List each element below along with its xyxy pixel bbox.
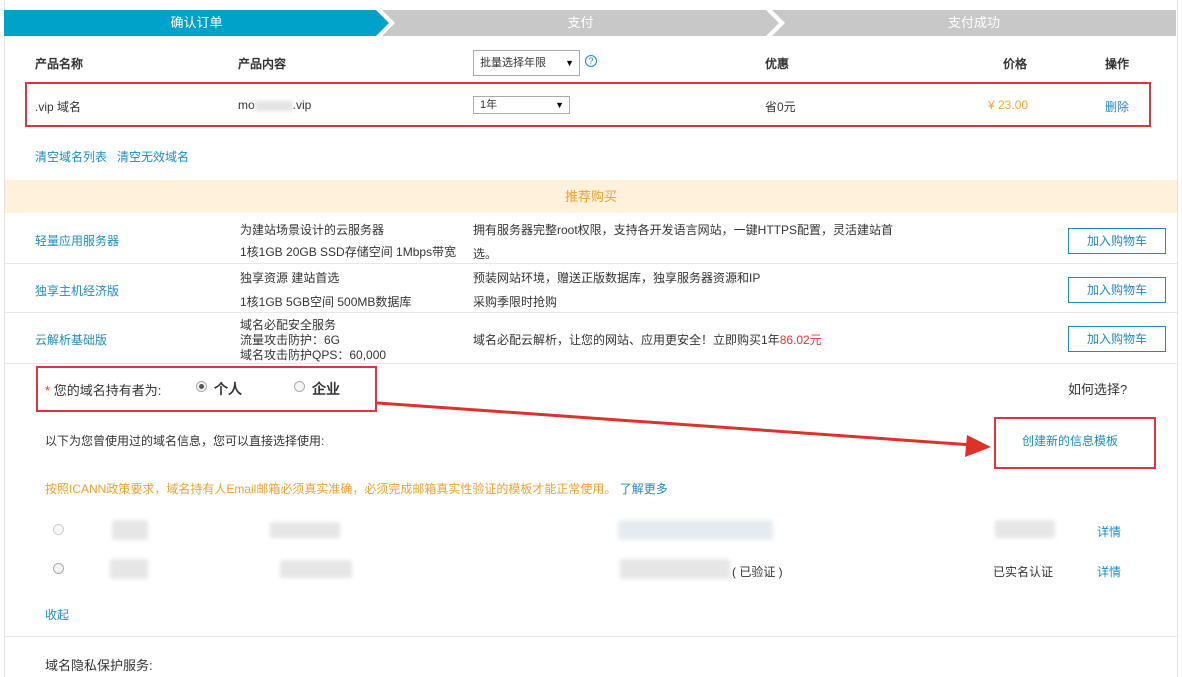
- price-value: ¥ 23.00: [988, 98, 1029, 112]
- annotation-arrow-icon: [376, 401, 991, 457]
- reco-item-desc: 预装网站环境，赠送正版数据库，独享服务器资源和IP: [473, 271, 761, 285]
- header-product-content: 产品内容: [238, 57, 287, 71]
- divider: [5, 636, 1177, 637]
- help-icon[interactable]: ?: [585, 55, 597, 67]
- reco-item-spec: 独享资源 建站首选: [240, 271, 340, 285]
- header-price: 价格: [1003, 57, 1028, 71]
- reco-item-spec: 为建站场景设计的云服务器: [240, 223, 385, 237]
- reco-item-desc: 拥有服务器完整root权限，支持各开发语言网站，一键HTTPS配置，灵活建站首: [473, 223, 894, 237]
- owner-label-text: 您的域名持有者为:: [53, 383, 162, 398]
- owner-personal-label[interactable]: 个人: [214, 379, 242, 399]
- masked-field: [270, 522, 340, 538]
- header-action: 操作: [1105, 57, 1130, 71]
- divider: [5, 263, 1177, 264]
- reco-item-price: 86.02元: [779, 333, 822, 347]
- header-discount: 优惠: [765, 57, 790, 71]
- icann-notice: 按照ICANN政策要求，域名持有人Email邮箱必须真实准确，必须完成邮箱真实性…: [45, 480, 668, 497]
- domain-prefix: mo: [238, 98, 255, 112]
- masked-field: [110, 559, 148, 579]
- required-mark: *: [45, 383, 51, 398]
- masked-field: [620, 559, 730, 579]
- product-domain: mo .vip: [238, 98, 311, 112]
- reco-item-desc: 域名必配云解析，让您的网站、应用更安全！立即购买1年86.02元: [473, 331, 822, 348]
- owner-label: * 您的域名持有者为:: [45, 380, 161, 399]
- owner-company-label[interactable]: 企业: [312, 379, 340, 399]
- year-select[interactable]: 1年 ▼: [473, 96, 570, 114]
- reco-item-name[interactable]: 轻量应用服务器: [35, 232, 119, 249]
- step-payment-success: 支付成功: [772, 10, 1176, 36]
- add-to-cart-button[interactable]: 加入购物车: [1068, 228, 1166, 254]
- domain-suffix: .vip: [292, 98, 312, 112]
- step-payment: 支付: [382, 10, 779, 36]
- header-product-name: 产品名称: [35, 57, 84, 71]
- icann-notice-text: 按照ICANN政策要求，域名持有人Email邮箱必须真实准确，必须完成邮箱真实性…: [45, 482, 617, 496]
- realname-status: 已实名认证: [993, 565, 1054, 579]
- clear-domain-list-link[interactable]: 清空域名列表: [35, 148, 107, 165]
- recommend-title-bar: 推荐购买: [5, 180, 1177, 213]
- discount-value: 省0元: [765, 100, 796, 114]
- progress-steps: 确认订单 支付 支付成功: [4, 10, 1176, 36]
- add-to-cart-button[interactable]: 加入购物车: [1068, 326, 1166, 352]
- masked-field: [280, 560, 352, 578]
- learn-more-link[interactable]: 了解更多: [620, 482, 668, 496]
- delete-link[interactable]: 删除: [1105, 98, 1129, 115]
- divider: [5, 363, 1177, 364]
- detail-link[interactable]: 详情: [1097, 523, 1121, 540]
- reco-item-name[interactable]: 独享主机经济版: [35, 282, 119, 299]
- masked-field: [995, 520, 1055, 538]
- info-row-radio[interactable]: [53, 563, 64, 574]
- collapse-link[interactable]: 收起: [45, 606, 69, 623]
- product-row-highlight: [25, 82, 1151, 127]
- info-row-radio[interactable]: [53, 524, 64, 535]
- reco-item-desc-text: 域名必配云解析，让您的网站、应用更安全！立即购买1年: [473, 333, 780, 347]
- reco-item-spec: 1核1GB 5GB空间 500MB数据库: [240, 295, 412, 309]
- domain-masked: [254, 100, 293, 111]
- masked-field: [112, 520, 148, 540]
- reco-item-name[interactable]: 云解析基础版: [35, 331, 107, 348]
- owner-company-radio[interactable]: [294, 381, 305, 392]
- bulk-year-select[interactable]: 批量选择年限 ▼: [473, 50, 580, 76]
- dropdown-arrow-icon: ▼: [565, 58, 574, 68]
- product-name: .vip 域名: [35, 100, 82, 114]
- add-to-cart-button[interactable]: 加入购物车: [1068, 277, 1166, 303]
- arrow-shaft: [376, 401, 975, 447]
- year-select-value: 1年: [480, 99, 498, 111]
- bulk-year-select-value: 批量选择年限: [480, 57, 546, 69]
- detail-link[interactable]: 详情: [1097, 563, 1121, 580]
- used-info-text: 以下为您曾使用过的域名信息，您可以直接选择使用:: [45, 434, 325, 448]
- how-to-choose-link[interactable]: 如何选择?: [1068, 379, 1127, 398]
- reco-item-spec: 1核1GB 20GB SSD存储空间 1Mbps带宽: [240, 245, 457, 259]
- step-confirm-order: 确认订单: [4, 10, 389, 36]
- masked-field: [618, 520, 773, 540]
- clear-invalid-domains-link[interactable]: 清空无效域名: [117, 148, 189, 165]
- divider: [5, 312, 1177, 313]
- create-template-link[interactable]: 创建新的信息模板: [1022, 432, 1118, 449]
- privacy-label: 域名隐私保护服务:: [45, 658, 153, 673]
- verified-text: ( 已验证 ): [732, 565, 783, 579]
- reco-item-desc: 选。: [473, 247, 498, 261]
- dropdown-arrow-icon: ▼: [555, 100, 564, 110]
- reco-item-spec: 域名攻击防护QPS：60,000: [240, 348, 387, 362]
- owner-personal-radio[interactable]: [196, 381, 207, 392]
- arrow-head: [965, 435, 991, 457]
- reco-item-desc: 采购季限时抢购: [473, 295, 558, 309]
